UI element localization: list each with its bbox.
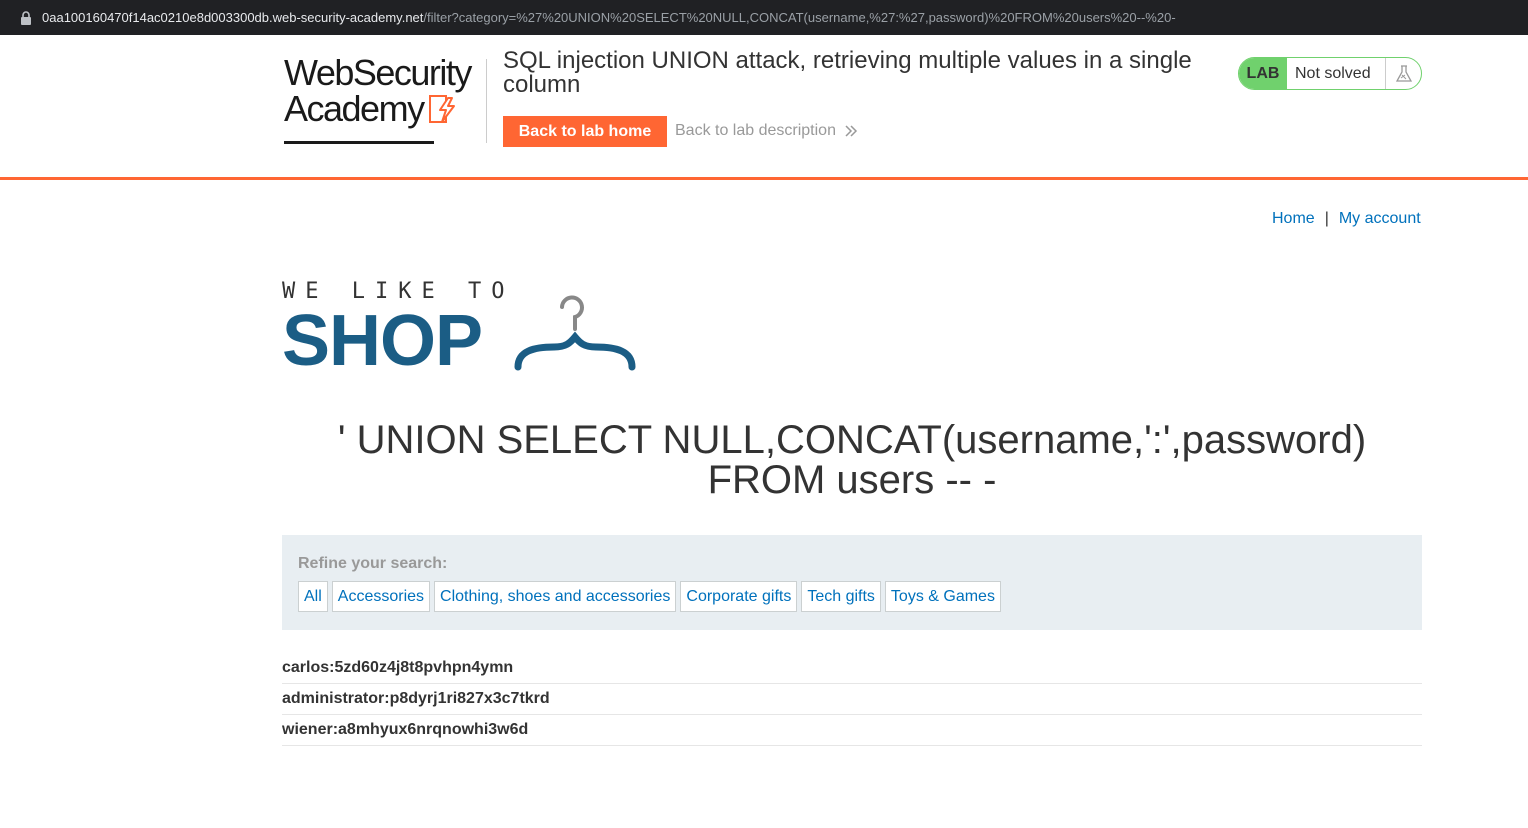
lab-status-widget: LAB Not solved <box>1238 57 1422 90</box>
nav-home-link[interactable]: Home <box>1272 210 1315 228</box>
url-host: 0aa100160470f14ac0210e8d003300db.web-sec… <box>42 10 424 25</box>
logo-line1: WebSecurity <box>284 52 472 93</box>
back-to-lab-description-link[interactable]: Back to lab description <box>675 122 858 140</box>
nav-my-account-link[interactable]: My account <box>1339 210 1421 228</box>
filter-category-corporate-gifts[interactable]: Corporate gifts <box>680 581 798 612</box>
top-nav: Home | My account <box>1272 210 1421 228</box>
lab-header: WebSecurity Academy SQL injection UNION … <box>0 35 1528 180</box>
lock-icon <box>20 10 32 25</box>
header-divider <box>486 59 487 143</box>
shop-wordmark: SHOP <box>282 301 483 381</box>
shop-logo: WE LIKE TO SHOP <box>282 281 642 381</box>
hanger-icon <box>514 295 636 371</box>
lightning-bolt-icon <box>428 95 455 123</box>
table-row: administrator:p8dyrj1ri827x3c7tkrd <box>282 684 1422 715</box>
back-to-lab-home-button[interactable]: Back to lab home <box>503 116 667 147</box>
table-row: carlos:5zd60z4j8t8pvhpn4ymn <box>282 653 1422 684</box>
filter-category-all[interactable]: All <box>298 581 328 612</box>
web-security-academy-logo[interactable]: WebSecurity Academy <box>284 55 484 145</box>
filter-categories: All Accessories Clothing, shoes and acce… <box>298 581 1406 612</box>
filter-category-tech-gifts[interactable]: Tech gifts <box>801 581 881 612</box>
logo-underline <box>284 141 434 144</box>
back-to-lab-description-label: Back to lab description <box>675 122 836 139</box>
lab-title: SQL injection UNION attack, retrieving m… <box>503 47 1192 98</box>
filter-category-clothing[interactable]: Clothing, shoes and accessories <box>434 581 677 612</box>
flask-icon <box>1385 58 1421 89</box>
filter-label: Refine your search: <box>298 555 448 572</box>
filter-category-toys-games[interactable]: Toys & Games <box>884 581 1001 612</box>
filter-category-accessories[interactable]: Accessories <box>331 581 431 612</box>
logo-line2: Academy <box>284 88 425 129</box>
nav-separator: | <box>1324 210 1329 227</box>
filter-panel: Refine your search: All Accessories Clot… <box>282 535 1422 630</box>
url-path: /filter?category=%27%20UNION%20SELECT%20… <box>423 10 1176 25</box>
double-chevron-right-icon <box>845 125 858 137</box>
browser-address-bar[interactable]: 0aa100160470f14ac0210e8d003300db.web-sec… <box>0 0 1528 35</box>
results-table: carlos:5zd60z4j8t8pvhpn4ymn administrato… <box>282 653 1422 746</box>
lab-status-text: Not solved <box>1295 64 1371 82</box>
page-heading: ' UNION SELECT NULL,CONCAT(username,':',… <box>337 418 1367 502</box>
lab-status-tag: LAB <box>1239 58 1287 89</box>
table-row: wiener:a8mhyux6nrqnowhi3w6d <box>282 715 1422 746</box>
